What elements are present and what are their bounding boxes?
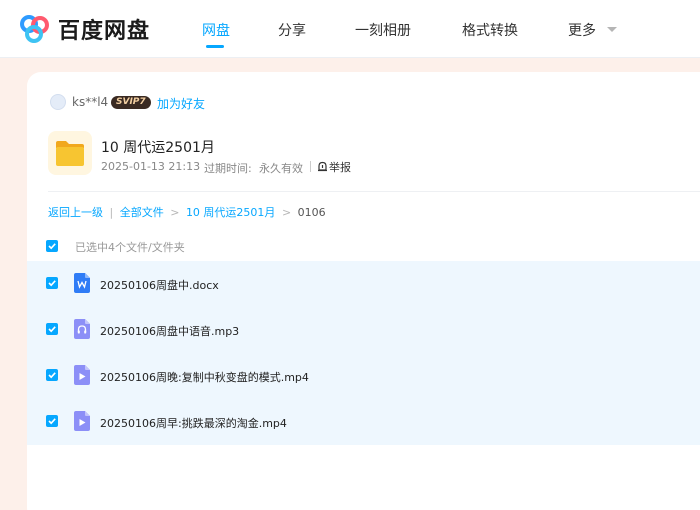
breadcrumb-separator: |: [109, 206, 114, 219]
svip-badge: SVIP7: [111, 96, 151, 109]
nav-netdisk[interactable]: 网盘: [202, 20, 230, 40]
share-date: 2025-01-13 21:13: [101, 160, 201, 173]
nav-format-convert[interactable]: 格式转换: [462, 20, 518, 40]
select-all-checkbox[interactable]: [46, 240, 58, 252]
file-name[interactable]: 20250106周盘中.docx: [100, 277, 219, 293]
report-label: 举报: [329, 161, 351, 174]
brand-name[interactable]: 百度网盘: [58, 13, 150, 45]
file-row[interactable]: 20250106周盘中.docx: [27, 261, 700, 307]
nav-more[interactable]: 更多: [568, 20, 596, 40]
video-file-icon: [74, 411, 90, 431]
chevron-down-icon[interactable]: [607, 27, 617, 32]
checkmark-icon: [48, 243, 56, 250]
add-friend-link[interactable]: 加为好友: [157, 95, 205, 112]
folder-icon: [56, 141, 84, 166]
file-checkbox[interactable]: [46, 323, 58, 335]
avatar[interactable]: [50, 94, 66, 110]
sharer-username: ks**l4: [72, 95, 109, 109]
top-bar: 百度网盘 网盘 分享 一刻相册 格式转换 更多: [0, 0, 700, 58]
selection-count-label: 已选中4个文件/文件夹: [75, 241, 185, 254]
breadcrumb-all-files[interactable]: 全部文件: [120, 206, 164, 219]
file-name[interactable]: 20250106周早:挑跌最深的淘金.mp4: [100, 415, 287, 431]
breadcrumb-current: 0106: [297, 206, 326, 219]
breadcrumb-back[interactable]: 返回上一级: [48, 206, 103, 219]
folder-thumbnail: [48, 131, 92, 175]
audio-file-icon: [74, 319, 90, 339]
report-icon: [318, 161, 327, 172]
baidu-netdisk-logo-icon[interactable]: [18, 14, 52, 44]
expire-label: 过期时间:: [204, 162, 252, 175]
breadcrumb: 返回上一级 | 全部文件 > 10 周代运2501月 > 0106: [48, 204, 326, 220]
file-name[interactable]: 20250106周晚:复制中秋变盘的模式.mp4: [100, 369, 309, 385]
word-document-icon: [74, 273, 90, 293]
checkmark-icon: [48, 326, 56, 333]
video-file-icon: [74, 365, 90, 385]
share-title: 10 周代运2501月: [101, 140, 215, 156]
file-name[interactable]: 20250106周盘中语音.mp3: [100, 323, 239, 339]
breadcrumb-folder[interactable]: 10 周代运2501月: [186, 206, 276, 219]
divider: [310, 161, 311, 172]
file-row[interactable]: 20250106周盘中语音.mp3: [27, 307, 700, 353]
expire-value: 永久有效: [259, 162, 303, 175]
nav-moment-album[interactable]: 一刻相册: [355, 20, 411, 40]
file-checkbox[interactable]: [46, 277, 58, 289]
checkmark-icon: [48, 418, 56, 425]
nav-share[interactable]: 分享: [278, 20, 306, 40]
file-checkbox[interactable]: [46, 415, 58, 427]
section-divider: [48, 191, 700, 192]
breadcrumb-separator: >: [170, 206, 180, 219]
checkmark-icon: [48, 280, 56, 287]
file-row[interactable]: 20250106周晚:复制中秋变盘的模式.mp4: [27, 353, 700, 399]
report-button[interactable]: 举报: [317, 159, 351, 175]
file-checkbox[interactable]: [46, 369, 58, 381]
file-row[interactable]: 20250106周早:挑跌最深的淘金.mp4: [27, 399, 700, 445]
checkmark-icon: [48, 372, 56, 379]
breadcrumb-separator: >: [281, 206, 292, 219]
nav-active-indicator: [206, 45, 224, 48]
